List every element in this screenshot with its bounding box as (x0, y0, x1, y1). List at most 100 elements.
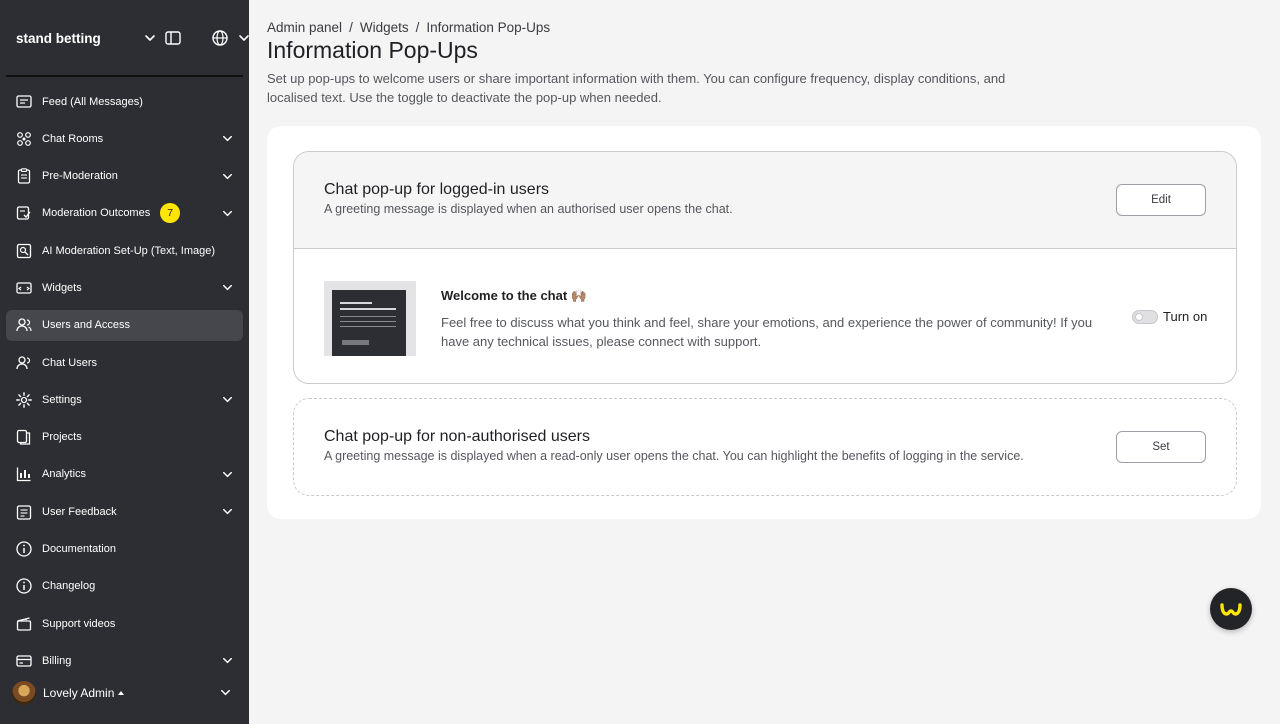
page-title: Information Pop-Ups (267, 37, 478, 63)
sidebar-item-documentation[interactable]: Documentation (6, 534, 243, 565)
popup-preview-thumbnail (324, 281, 416, 356)
card-title: Chat pop-up for logged-in users (324, 181, 550, 198)
sidebar-item-billing[interactable]: Billing (6, 645, 243, 676)
card-title: Chat pop-up for non-authorised users (324, 428, 590, 445)
chevron-down-icon[interactable] (220, 206, 235, 221)
preview-line (340, 316, 396, 317)
toggle-knob (1135, 313, 1143, 321)
sidebar-item-ai-moderation[interactable]: AI Moderation Set-Up (Text, Image) (6, 235, 243, 266)
info-icon (16, 578, 32, 595)
preview-line (340, 302, 372, 304)
sidebar: stand betting Feed (All Messages) Chat R… (0, 0, 249, 724)
sidebar-item-label: Chat Users (42, 356, 98, 369)
users-access-icon (16, 318, 32, 332)
billing-icon (16, 655, 32, 667)
popups-panel: Chat pop-up for logged-in users A greeti… (267, 126, 1261, 519)
ai-moderation-icon (16, 243, 32, 258)
sidebar-item-label: Widgets (42, 281, 82, 294)
page-description: Set up pop-ups to welcome users or share… (267, 71, 1006, 105)
sidebar-item-label: Chat Rooms (42, 132, 104, 145)
sidebar-item-user-feedback[interactable]: User Feedback (6, 496, 243, 527)
chevron-down-icon[interactable] (220, 169, 235, 184)
breadcrumb: Admin panel / Widgets / Information Pop-… (267, 20, 550, 35)
chevron-down-icon[interactable] (220, 392, 235, 407)
sidebar-item-users-and-access[interactable]: Users and Access (6, 309, 243, 341)
chevron-down-icon[interactable] (142, 30, 158, 46)
caret-up-icon (118, 691, 125, 695)
project-switcher[interactable]: stand betting (16, 26, 249, 50)
card-header: Chat pop-up for logged-in users A greeti… (294, 152, 1236, 249)
sidebar-item-chat-users[interactable]: Chat Users (6, 347, 243, 378)
projects-icon (16, 430, 31, 445)
clipboard-icon (17, 168, 31, 184)
breadcrumb-current: Information Pop-Ups (426, 20, 551, 35)
preview-button (342, 340, 369, 345)
chat-users-icon (16, 355, 31, 369)
breadcrumb-widgets[interactable]: Widgets (360, 20, 409, 35)
sidebar-item-settings[interactable]: Settings (6, 384, 243, 415)
sidebar-item-label: Projects (42, 431, 82, 444)
sidebar-item-label: AI Moderation Set-Up (Text, Image) (42, 244, 216, 257)
sidebar-item-chat-rooms[interactable]: Chat Rooms (6, 123, 243, 154)
popup-message-text: Feel free to discuss what you think and … (441, 315, 1093, 349)
popup-message-title: Welcome to the chat 🙌🏽 (441, 288, 587, 303)
sidebar-item-label: Changelog (42, 580, 96, 593)
sidebar-item-pre-moderation[interactable]: Pre-Moderation (6, 161, 243, 192)
preview-line (340, 326, 396, 327)
sidebar-item-label: Billing (42, 654, 72, 667)
chevron-down-icon[interactable] (218, 685, 233, 700)
chat-rooms-icon (17, 131, 31, 146)
breadcrumb-admin-panel[interactable]: Admin panel (267, 20, 342, 35)
user-menu[interactable]: Lovely Admin (12, 681, 237, 705)
sidebar-nav: Feed (All Messages) Chat Rooms Pre-Moder… (6, 86, 243, 683)
chevron-down-icon[interactable] (220, 467, 235, 482)
widgets-icon (16, 282, 32, 294)
non-authorised-popup-card: Chat pop-up for non-authorised users A g… (293, 398, 1237, 496)
popup-toggle[interactable] (1132, 310, 1158, 324)
sidebar-item-label: Users and Access (42, 319, 131, 332)
sidebar-item-label: Settings (42, 393, 82, 406)
sidebar-item-feed[interactable]: Feed (All Messages) (6, 86, 243, 117)
logged-in-popup-card: Chat pop-up for logged-in users A greeti… (293, 151, 1237, 384)
sidebar-item-label: Documentation (42, 543, 116, 556)
sidebar-divider (6, 75, 243, 77)
preview-window (332, 290, 406, 356)
breadcrumb-separator: / (415, 20, 420, 35)
sidebar-item-analytics[interactable]: Analytics (6, 459, 243, 490)
count-badge: 7 (160, 203, 181, 224)
chevron-down-icon[interactable] (220, 504, 235, 519)
brand-logo-icon (1220, 603, 1242, 616)
chevron-down-icon[interactable] (220, 280, 235, 295)
project-name: stand betting (16, 30, 101, 46)
card-subtitle: A greeting message is displayed when an … (324, 202, 733, 216)
main-content: Admin panel / Widgets / Information Pop-… (249, 0, 1280, 724)
preview-line (340, 321, 396, 322)
toggle-label[interactable]: Turn on (1163, 309, 1207, 324)
edit-button[interactable]: Edit (1116, 184, 1206, 216)
sidebar-item-label: Pre-Moderation (42, 170, 118, 183)
globe-icon[interactable] (211, 29, 229, 47)
breadcrumb-separator: / (349, 20, 353, 35)
sidebar-item-projects[interactable]: Projects (6, 422, 243, 453)
feedback-icon (16, 505, 32, 520)
preview-line (340, 308, 396, 310)
sidebar-item-moderation-outcomes[interactable]: Moderation Outcomes 7 (6, 198, 243, 229)
sidebar-item-widgets[interactable]: Widgets (6, 272, 243, 303)
sidebar-item-changelog[interactable]: Changelog (6, 571, 243, 602)
support-chat-button[interactable] (1210, 588, 1252, 630)
chevron-down-icon[interactable] (220, 131, 235, 146)
chevron-down-icon[interactable] (220, 653, 235, 668)
sidebar-item-support-videos[interactable]: Support videos (6, 608, 243, 639)
analytics-icon (16, 467, 31, 482)
sidebar-toggle-icon[interactable] (164, 29, 182, 47)
outcomes-icon (16, 206, 31, 221)
set-button[interactable]: Set (1116, 431, 1206, 463)
avatar (12, 681, 36, 705)
user-name: Lovely Admin (43, 686, 115, 700)
video-icon (16, 617, 32, 631)
sidebar-item-label: Analytics (42, 468, 87, 481)
sidebar-item-label: User Feedback (42, 505, 117, 518)
info-icon (16, 541, 32, 557)
sidebar-item-label: Feed (All Messages) (42, 95, 143, 108)
card-subtitle: A greeting message is displayed when a r… (324, 449, 1024, 463)
